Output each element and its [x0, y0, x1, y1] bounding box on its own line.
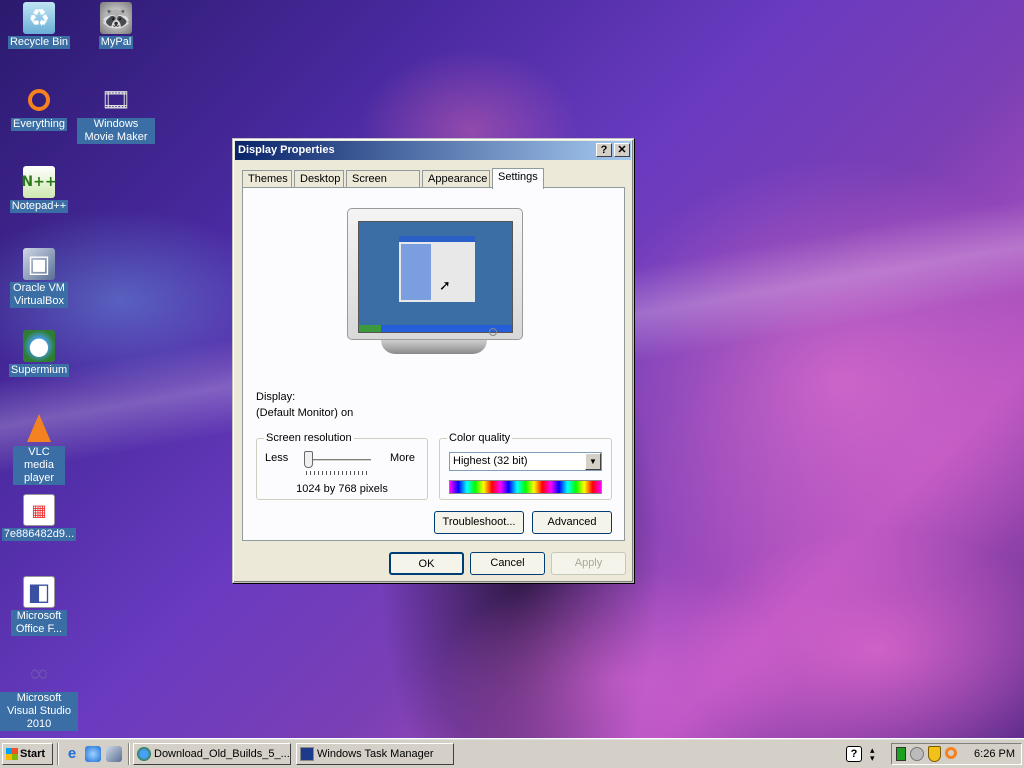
- cancel-button[interactable]: Cancel: [470, 552, 545, 575]
- desktop-icon-label: Everything: [11, 118, 67, 131]
- screen-resolution-group: Screen resolution Less More 1024 by 768 …: [256, 432, 428, 500]
- quick-launch-separator: [128, 743, 130, 765]
- desktop-icon-label: Notepad++: [9, 200, 69, 213]
- volume-icon[interactable]: [910, 747, 924, 761]
- taskbar-item-label: Download_Old_Builds_5_...: [154, 748, 290, 760]
- taskbar: Start e Download_Old_Builds_5_... Window…: [0, 738, 1024, 768]
- virtualbox-quicklaunch-icon[interactable]: [106, 746, 122, 762]
- tray-expand-icon[interactable]: ▴ ▾: [870, 746, 875, 763]
- search-tray-icon[interactable]: [945, 747, 957, 759]
- start-button[interactable]: Start: [2, 743, 53, 765]
- tab-screen-saver[interactable]: Screen Saver: [346, 170, 420, 201]
- color-quality-value: Highest (32 bit): [453, 455, 528, 467]
- mypal-browser-icon: 🦝: [100, 2, 132, 34]
- resolution-value-text: 1024 by 768 pixels: [296, 483, 388, 495]
- title-bar[interactable]: Display Properties ? ✕: [235, 141, 631, 160]
- internet-explorer-icon[interactable]: e: [64, 746, 80, 762]
- screen-resolution-legend: Screen resolution: [264, 432, 354, 444]
- office-file-icon: ◧: [23, 576, 55, 608]
- desktop-icon-label: Oracle VM VirtualBox: [10, 282, 68, 308]
- visual-studio-icon: ∞: [28, 659, 50, 689]
- chevron-down-icon[interactable]: ▼: [585, 453, 601, 470]
- taskbar-item-download-builds[interactable]: Download_Old_Builds_5_...: [133, 743, 291, 765]
- system-tray: 6:26 PM: [891, 743, 1022, 765]
- resolution-more-label: More: [389, 452, 415, 464]
- start-label: Start: [20, 748, 46, 760]
- resolution-slider-thumb[interactable]: [304, 451, 314, 468]
- desktop-icon-image-file[interactable]: ▦ 7e886482d9...: [0, 494, 78, 541]
- vlc-cone-icon: [23, 412, 55, 444]
- desktop-icon-notepad-plus-plus[interactable]: N++ Notepad++: [0, 166, 78, 213]
- settings-panel: ➚ Display: (Default Monitor) on Screen r…: [242, 187, 625, 541]
- globe-icon: [137, 747, 151, 761]
- display-properties-window: Display Properties ? ✕ Themes Desktop Sc…: [232, 138, 634, 583]
- virtualbox-icon: ▣: [23, 248, 55, 280]
- desktop-icon-recycle-bin[interactable]: ♻ Recycle Bin: [0, 2, 78, 49]
- help-tray-icon[interactable]: ?: [846, 746, 862, 762]
- desktop-icon-office-file[interactable]: ◧ Microsoft Office F...: [0, 576, 78, 636]
- desktop-icon-label: VLC media player: [13, 446, 65, 485]
- taskbar-item-task-manager[interactable]: Windows Task Manager: [296, 743, 454, 765]
- desktop-icon-label: Microsoft Visual Studio 2010: [0, 692, 78, 731]
- desktop-icon-everything[interactable]: Everything: [0, 84, 78, 131]
- help-button[interactable]: ?: [596, 143, 612, 157]
- tab-settings[interactable]: Settings: [492, 168, 544, 189]
- desktop-icon-vlc[interactable]: VLC media player: [0, 412, 78, 485]
- display-label: Display:: [256, 391, 296, 403]
- window-title: Display Properties: [238, 144, 335, 156]
- browser-quicklaunch-icon[interactable]: [85, 746, 101, 762]
- image-file-icon: ▦: [23, 494, 55, 526]
- notepad-plus-plus-icon: N++: [21, 166, 57, 198]
- recycle-bin-icon: ♻: [23, 2, 55, 34]
- monitor-screen: ➚: [358, 221, 513, 333]
- close-button[interactable]: ✕: [614, 143, 630, 157]
- desktop-icon-visual-studio[interactable]: ∞ Microsoft Visual Studio 2010: [0, 658, 78, 731]
- everything-search-icon: [23, 84, 55, 116]
- ok-button[interactable]: OK: [389, 552, 464, 575]
- color-quality-group: Color quality Highest (32 bit) ▼: [439, 432, 612, 500]
- desktop-icon-label: Recycle Bin: [7, 36, 71, 49]
- monitor-stand: [381, 340, 487, 354]
- troubleshoot-button[interactable]: Troubleshoot...: [434, 511, 524, 534]
- color-quality-select[interactable]: Highest (32 bit) ▼: [449, 452, 602, 471]
- color-spectrum-bar: [449, 480, 602, 494]
- desktop-icon-label: MyPal: [98, 36, 134, 49]
- desktop-icon-mypal[interactable]: 🦝 MyPal: [77, 2, 155, 49]
- resolution-slider-ticks: [306, 471, 368, 475]
- display-value: (Default Monitor) on: [256, 407, 354, 419]
- advanced-button[interactable]: Advanced: [532, 511, 612, 534]
- desktop-icon-virtualbox[interactable]: ▣ Oracle VM VirtualBox: [0, 248, 78, 308]
- security-shield-icon[interactable]: [928, 746, 941, 762]
- desktop-icon-windows-movie-maker[interactable]: 🎞 Windows Movie Maker: [77, 84, 155, 144]
- clock[interactable]: 6:26 PM: [974, 744, 1015, 764]
- quick-launch-separator: [57, 743, 59, 765]
- desktop-icon-label: Windows Movie Maker: [77, 118, 155, 144]
- taskbar-item-label: Windows Task Manager: [317, 748, 434, 760]
- supermium-browser-icon: ●: [23, 330, 55, 362]
- task-manager-icon: [300, 747, 314, 761]
- desktop-icon-supermium[interactable]: ● Supermium: [0, 330, 78, 377]
- desktop-icon-label: 7e886482d9...: [1, 528, 77, 541]
- tab-themes[interactable]: Themes: [242, 170, 292, 188]
- resolution-less-label: Less: [265, 452, 289, 464]
- resolution-slider-track[interactable]: [305, 459, 371, 462]
- movie-maker-icon: 🎞: [100, 86, 132, 114]
- network-icon[interactable]: [896, 747, 906, 761]
- desktop-icon-label: Supermium: [8, 364, 70, 377]
- tab-desktop[interactable]: Desktop: [294, 170, 344, 188]
- apply-button: Apply: [551, 552, 626, 575]
- desktop-icon-label: Microsoft Office F...: [11, 610, 67, 636]
- tab-appearance[interactable]: Appearance: [422, 170, 490, 188]
- windows-logo-icon: [6, 748, 18, 760]
- monitor-preview-icon: ➚: [347, 208, 523, 340]
- color-quality-legend: Color quality: [447, 432, 513, 444]
